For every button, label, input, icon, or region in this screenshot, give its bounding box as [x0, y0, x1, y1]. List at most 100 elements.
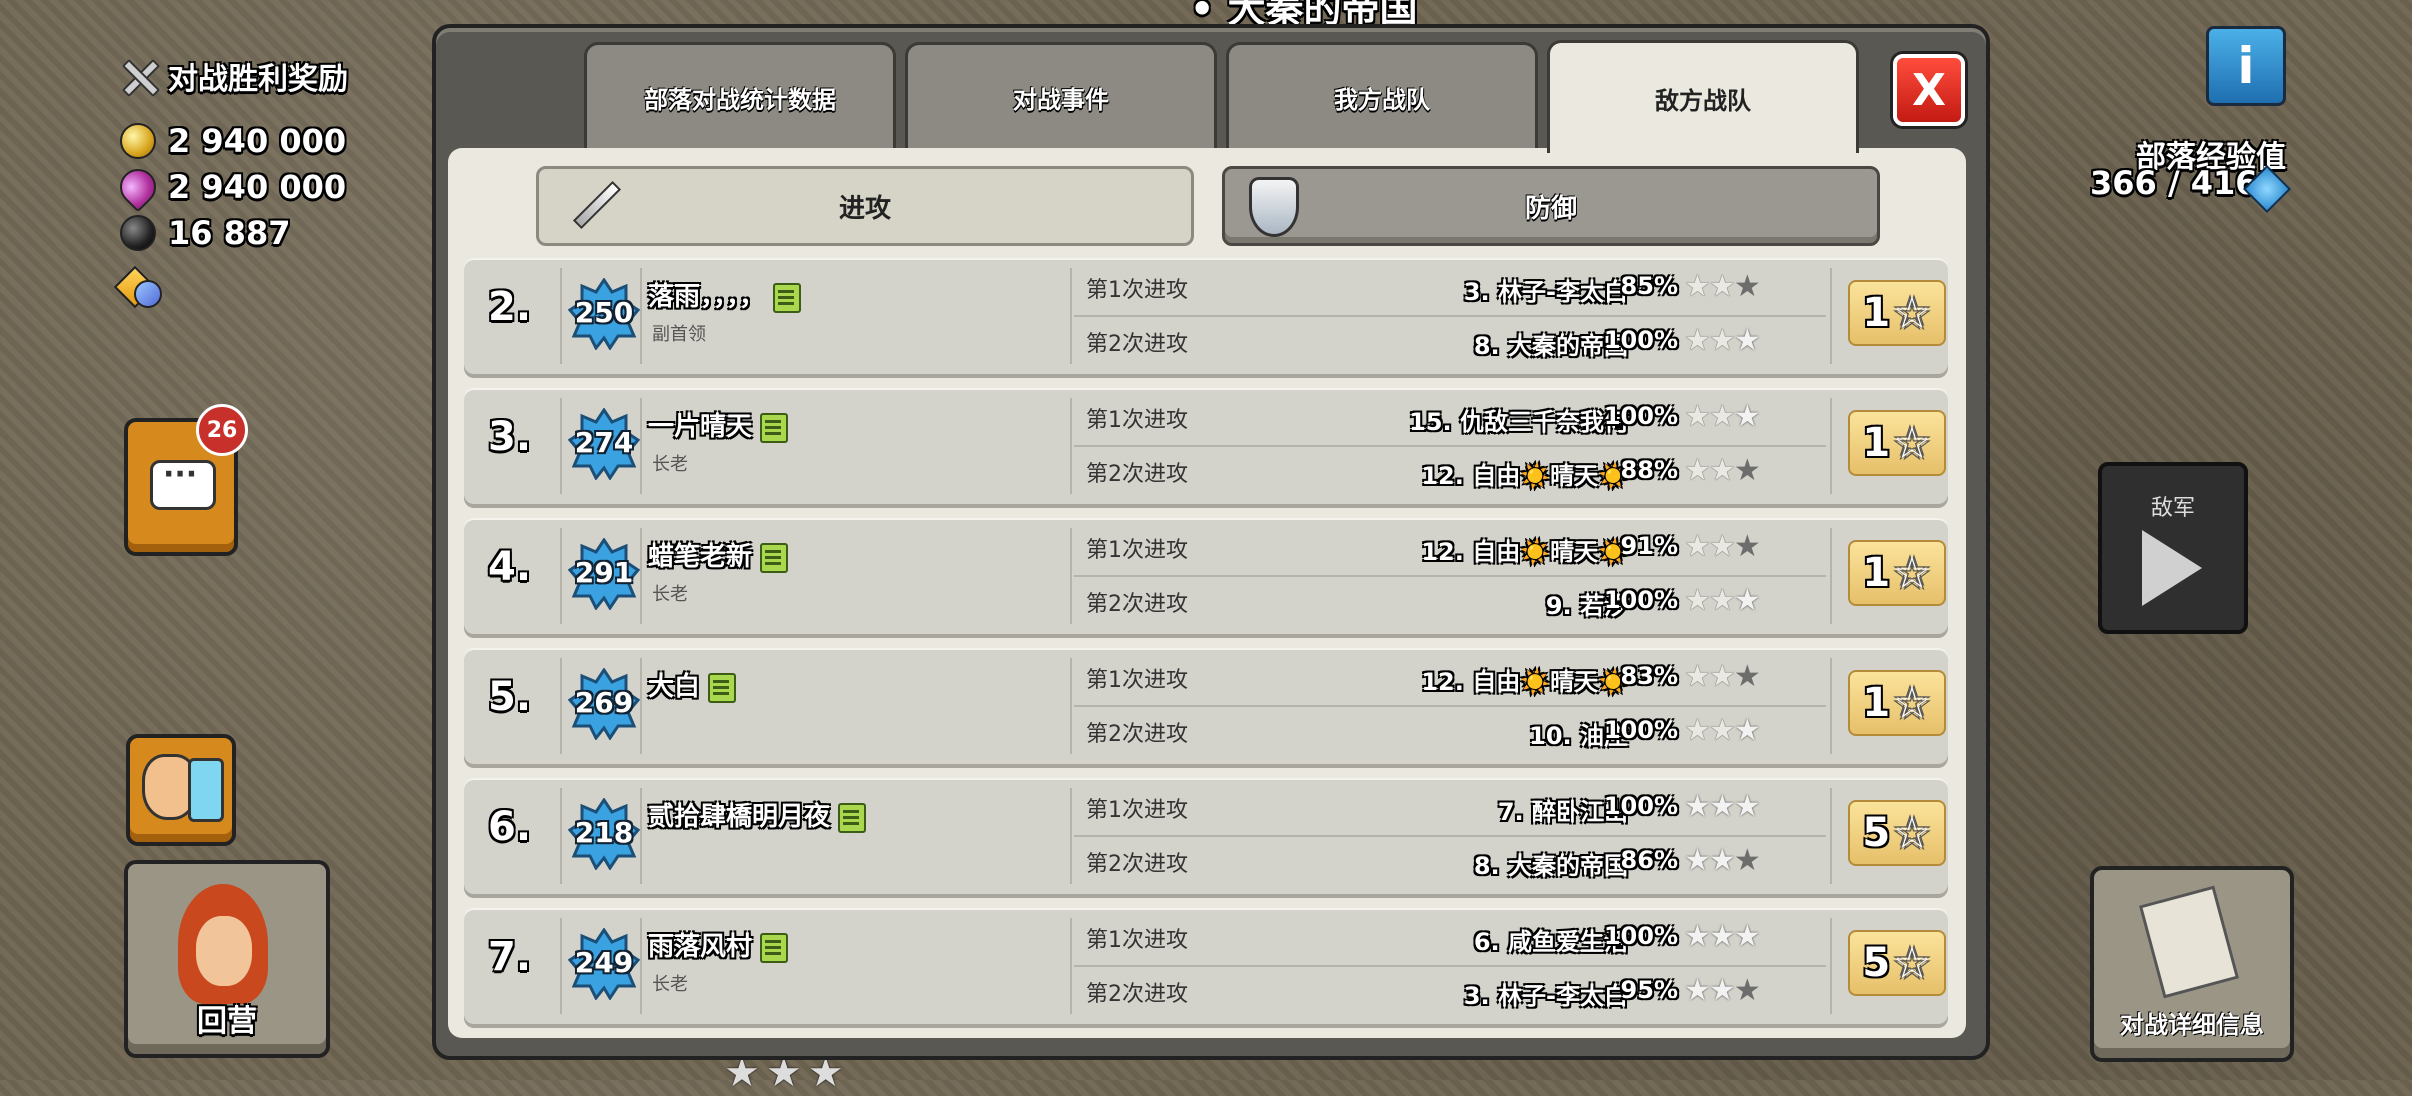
enemy-label: 敌军 — [2150, 496, 2195, 521]
star-icon: ★ — [1684, 919, 1711, 954]
clan-exp-value: 366 / 416 — [2090, 164, 2258, 202]
member-name[interactable]: 大白 — [648, 666, 737, 703]
attack-stars: ★★★ — [1684, 976, 1761, 1006]
member-row[interactable]: 5. 269 大白 第1次进攻 12. 自由☀️晴天☀️ 83% ★★★ 第2次进攻 10.… — [464, 648, 1948, 764]
star-icon: ★ — [1684, 843, 1711, 878]
star-icon: ★ — [1708, 583, 1736, 618]
tab-war-stats[interactable]: 部落对战统计数据 — [584, 42, 896, 149]
member-rank: 5. — [488, 674, 532, 720]
note-icon — [773, 282, 802, 313]
divider — [1074, 445, 1826, 447]
total-stars-value: 1 — [1862, 550, 1891, 596]
star-icon: ★ — [1733, 453, 1761, 488]
divider — [1070, 268, 1072, 364]
tab-enemy-team[interactable]: 敌方战队 — [1547, 40, 1859, 153]
archer-face-icon — [196, 916, 252, 986]
attack-stars: ★★★ — [1684, 529, 1761, 564]
dark-elixir-reward: 16 887 — [120, 214, 290, 252]
divider — [1074, 965, 1826, 967]
destruction-percent: 83% — [1620, 662, 1678, 690]
info-button[interactable]: i — [2206, 26, 2286, 106]
destruction-percent: 100% — [1603, 326, 1678, 354]
war-log-panel: 部落对战统计数据 对战事件 我方战队 敌方战队 X 进攻 防御 2. 250 落… — [432, 24, 1990, 1060]
close-button[interactable]: X — [1893, 54, 1965, 126]
divider — [640, 788, 642, 884]
note-icon — [760, 932, 789, 963]
destruction-percent: 100% — [1603, 586, 1678, 614]
member-name[interactable]: 一片晴天 — [648, 406, 789, 443]
divider — [1070, 398, 1072, 494]
shield-icon — [1249, 177, 1299, 237]
attack-toggle[interactable]: 进攻 — [536, 166, 1194, 246]
star-icon: ★ — [1708, 713, 1736, 748]
defense-toggle[interactable]: 防御 — [1222, 166, 1880, 246]
star-icon: ★ — [1684, 659, 1711, 694]
member-name[interactable]: 贰拾肆橋明月夜 — [648, 796, 867, 833]
divider — [1070, 788, 1072, 884]
town-hall-level-badge: 291 — [567, 537, 641, 611]
member-name[interactable]: 雨落风村 — [648, 926, 789, 963]
divider — [1070, 918, 1072, 1014]
builder-potion-button[interactable] — [126, 734, 236, 846]
divider — [1830, 398, 1832, 494]
star-icon: ★ — [1733, 529, 1761, 564]
destruction-percent: 85% — [1620, 272, 1678, 300]
town-hall-level-badge: 218 — [567, 797, 641, 871]
member-row[interactable]: 2. 250 落雨，，，， 副首领 第1次进攻 3. 林子-李太白 85% ★★★ 第2次进… — [464, 258, 1948, 374]
member-name[interactable]: 蜡笔老新 — [648, 536, 789, 573]
total-stars-value: 1 — [1862, 680, 1891, 726]
star-icon: ★ — [1708, 659, 1736, 694]
star-icon: ★ — [1708, 529, 1736, 564]
attack-number-label: 第2次进攻 — [1086, 462, 1188, 487]
divider — [1074, 705, 1826, 707]
attack-stars: ★★★ — [1684, 713, 1761, 748]
divider — [1074, 315, 1826, 317]
total-stars-badge: 1 ☆ — [1848, 410, 1946, 476]
attack-number-label: 第2次进攻 — [1086, 592, 1188, 617]
tab-our-team[interactable]: 我方战队 — [1226, 42, 1538, 149]
attack-number-label: 第1次进攻 — [1086, 798, 1188, 823]
star-icon: ☆ — [1892, 807, 1932, 859]
member-name-text: 蜡笔老新 — [648, 542, 753, 572]
note-icon — [708, 672, 737, 703]
divider — [560, 918, 562, 1014]
member-name[interactable]: 落雨，，，， — [648, 276, 802, 313]
attack-target: 12. 自由☀️晴天☀️ — [1421, 668, 1628, 696]
divider — [1074, 835, 1826, 837]
star-icon: ★ — [1684, 529, 1711, 564]
chevron-right-icon — [2142, 530, 2202, 606]
star-icon: ★ — [1708, 919, 1736, 954]
attack-stars: ★★★ — [1684, 399, 1761, 434]
divider — [1830, 528, 1832, 624]
destruction-percent: 86% — [1620, 846, 1678, 874]
war-details-button[interactable]: 对战详细信息 — [2090, 866, 2294, 1062]
attack-number-label: 第1次进攻 — [1086, 278, 1188, 303]
star-icon: ★ — [1733, 659, 1761, 694]
sword-icon — [569, 181, 619, 231]
star-icon: ★ — [1708, 399, 1736, 434]
star-icon: ★ — [1684, 399, 1711, 434]
war-reward-header[interactable]: 对战胜利奖励 — [118, 54, 348, 98]
attack-stars: ★★★ — [1684, 453, 1761, 488]
return-home-button[interactable]: 回营 — [124, 860, 330, 1058]
member-role: 长老 — [652, 454, 688, 475]
attack-number-label: 第2次进攻 — [1086, 852, 1188, 877]
note-icon — [760, 542, 789, 573]
member-row[interactable]: 6. 218 贰拾肆橋明月夜 第1次进攻 7. 醉卧江山 100% ★★★ 第2次进攻 8.… — [464, 778, 1948, 894]
member-row[interactable]: 7. 249 雨落风村 长老 第1次进攻 6. 咸鱼爱生活 100% ★★★ 第2次进攻 3.… — [464, 908, 1948, 1024]
potion-icon — [188, 758, 224, 822]
member-row[interactable]: 4. 291 蜡笔老新 长老 第1次进攻 12. 自由☀️晴天☀️ 91% ★★★ 第2次进… — [464, 518, 1948, 634]
enemy-base-button[interactable]: 敌军 — [2098, 462, 2248, 634]
elixir-reward: 2 940 000 — [112, 161, 346, 213]
divider — [560, 528, 562, 624]
dark-elixir-amount: 16 887 — [168, 214, 291, 252]
note-icon — [838, 802, 867, 833]
member-row[interactable]: 3. 274 一片晴天 长老 第1次进攻 15. 仇敌三千奈我何 100% ★★★ 第2次进… — [464, 388, 1948, 504]
attack-number-label: 第1次进攻 — [1086, 408, 1188, 433]
tab-war-events[interactable]: 对战事件 — [905, 42, 1217, 149]
total-stars-value: 5 — [1862, 940, 1891, 986]
star-icon: ★ — [1708, 789, 1736, 824]
document-icon — [2138, 885, 2240, 999]
star-icon: ★ — [1733, 713, 1761, 748]
divider — [560, 658, 562, 754]
